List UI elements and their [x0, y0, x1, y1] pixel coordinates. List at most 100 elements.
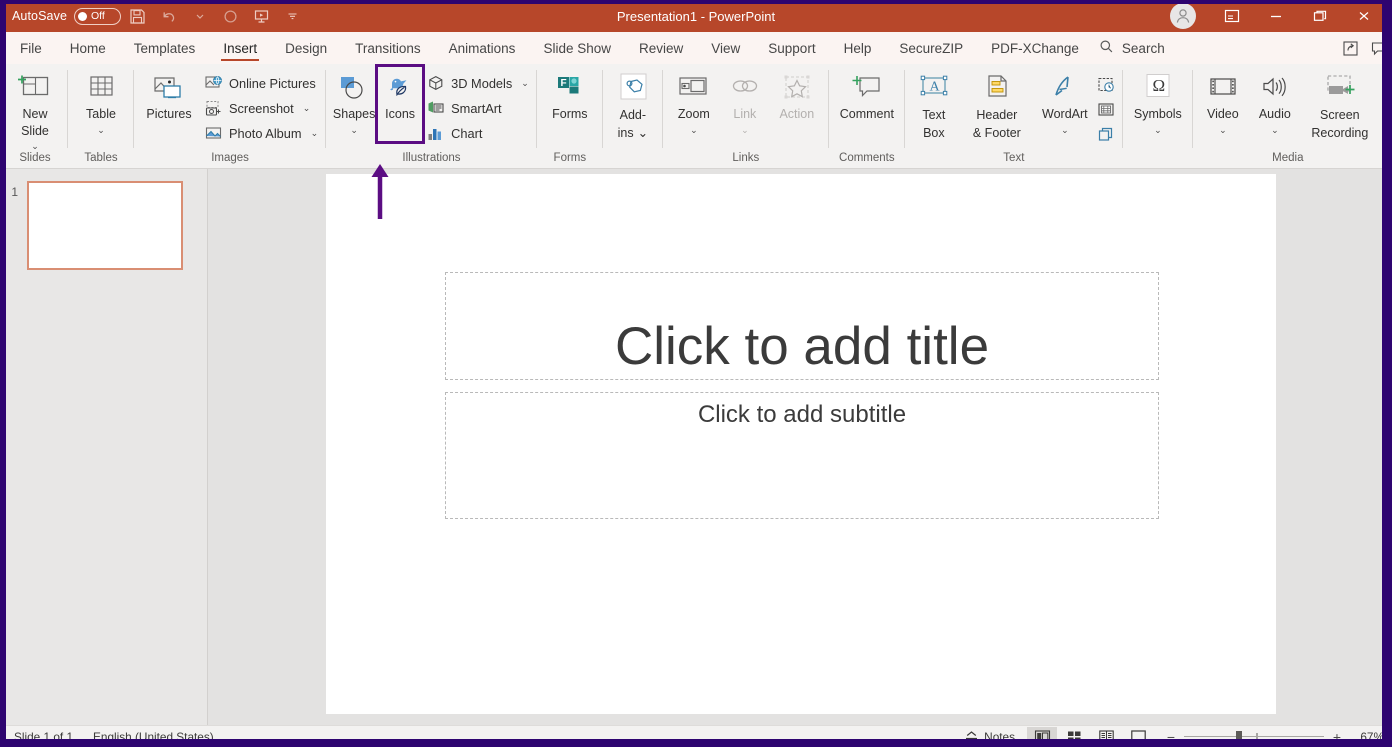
shapes-icon: [337, 71, 371, 105]
share-icon[interactable]: [1336, 32, 1364, 64]
screenshot-label: Screenshot: [229, 100, 294, 116]
screenshot-button[interactable]: Screenshot ⌄: [200, 97, 322, 119]
subtitle-placeholder-text: Click to add subtitle: [697, 401, 907, 428]
text-box-button[interactable]: A Text Box: [909, 67, 959, 145]
add-ins-button[interactable]: Add- ins ⌄: [607, 67, 659, 145]
slide-editing-surface[interactable]: Click to add title Click to add subtitle: [326, 174, 1276, 714]
3d-models-caret-icon[interactable]: ⌄: [521, 78, 529, 89]
close-icon[interactable]: [1342, 0, 1386, 32]
subtitle-placeholder[interactable]: Click to add subtitle: [445, 392, 1159, 519]
video-button[interactable]: Video ⌄: [1197, 67, 1249, 145]
comment-button[interactable]: Comment: [833, 67, 901, 145]
group-label-comments: Comments: [839, 152, 895, 164]
insert-object-icon[interactable]: [1095, 123, 1119, 146]
icons-label: Icons: [385, 107, 416, 121]
undo-icon[interactable]: [154, 3, 183, 29]
autosave-control[interactable]: AutoSave Off: [12, 7, 122, 25]
screen-recording-label-line1: Screen: [1320, 108, 1360, 122]
photo-album-button[interactable]: Photo Album ⌄: [200, 122, 322, 144]
save-icon[interactable]: [123, 3, 152, 29]
tab-help[interactable]: Help: [830, 32, 886, 64]
window-edge-bottom: [0, 739, 1392, 747]
add-ins-caret-icon[interactable]: ⌄: [638, 126, 648, 141]
redo-icon[interactable]: [216, 3, 245, 29]
tab-home[interactable]: Home: [56, 32, 120, 64]
smartart-button[interactable]: SmartArt: [422, 97, 533, 119]
title-bar: AutoSave Off Presentation1 - PowerPoint: [0, 0, 1392, 32]
ribbon-group-media: Video ⌄ Audio ⌄ Screen Recording Media: [1193, 64, 1383, 168]
chart-icon: [426, 124, 445, 143]
restore-icon[interactable]: [1298, 0, 1342, 32]
link-button[interactable]: Link ⌄: [721, 67, 769, 145]
search-box[interactable]: Search: [1093, 32, 1175, 64]
3d-models-button[interactable]: 3D Models ⌄: [422, 72, 533, 94]
video-label: Video: [1206, 107, 1239, 121]
symbols-caret-icon[interactable]: ⌄: [1154, 125, 1162, 134]
title-placeholder[interactable]: Click to add title: [445, 272, 1159, 380]
slide-thumbnail[interactable]: [27, 181, 183, 270]
tab-support[interactable]: Support: [754, 32, 829, 64]
tab-file[interactable]: File: [6, 32, 56, 64]
ribbon-group-symbols: Ω Symbols ⌄: [1123, 64, 1193, 168]
wordart-caret-icon[interactable]: ⌄: [1061, 125, 1069, 134]
slide-thumbnail-item[interactable]: 1: [0, 181, 207, 270]
tab-design[interactable]: Design: [271, 32, 341, 64]
slide-thumbnail-pane[interactable]: 1: [0, 169, 208, 725]
forms-button[interactable]: F Forms: [541, 67, 599, 145]
table-caret-icon[interactable]: ⌄: [97, 125, 105, 134]
screenshot-caret-icon[interactable]: ⌄: [303, 103, 311, 114]
photo-album-caret-icon[interactable]: ⌄: [311, 128, 319, 139]
symbols-button[interactable]: Ω Symbols ⌄: [1127, 67, 1189, 145]
symbols-icon: Ω: [1141, 71, 1175, 105]
tab-templates[interactable]: Templates: [120, 32, 210, 64]
screen-recording-icon: [1321, 71, 1359, 105]
ribbon: New Slide ⌄ Slides Table ⌄ Tables Pictur…: [0, 64, 1392, 169]
title-placeholder-text: Click to add title: [614, 317, 990, 376]
window-edge-left: [0, 0, 6, 747]
date-and-time-icon[interactable]: [1095, 73, 1119, 96]
table-button[interactable]: Table ⌄: [72, 67, 130, 145]
tab-review[interactable]: Review: [625, 32, 697, 64]
customize-quick-access-toolbar-icon[interactable]: [278, 3, 307, 29]
zoom-caret-icon[interactable]: ⌄: [690, 125, 698, 134]
undo-dropdown-icon[interactable]: [185, 3, 214, 29]
header-footer-icon: [980, 71, 1014, 105]
symbols-label: Symbols: [1133, 107, 1182, 121]
action-button[interactable]: Action: [769, 67, 825, 145]
audio-caret-icon[interactable]: ⌄: [1271, 125, 1279, 134]
audio-button[interactable]: Audio ⌄: [1249, 67, 1301, 145]
tab-insert[interactable]: Insert: [209, 32, 271, 64]
new-slide-caret-icon[interactable]: ⌄: [31, 142, 39, 151]
wordart-button[interactable]: WordArt ⌄: [1035, 67, 1095, 145]
tab-transitions[interactable]: Transitions: [341, 32, 435, 64]
video-caret-icon[interactable]: ⌄: [1219, 125, 1227, 134]
slide-canvas-area[interactable]: Click to add title Click to add subtitle: [208, 169, 1392, 725]
slide-number-icon[interactable]: [1095, 98, 1119, 121]
tab-pdf-xchange[interactable]: PDF-XChange: [977, 32, 1093, 64]
tab-slide-show[interactable]: Slide Show: [529, 32, 625, 64]
shapes-button[interactable]: Shapes ⌄: [330, 67, 378, 145]
text-box-label-line1: Text: [922, 108, 946, 122]
chart-button[interactable]: Chart: [422, 122, 533, 144]
svg-text:F: F: [560, 78, 566, 89]
shapes-label: Shapes: [332, 107, 376, 121]
pictures-button[interactable]: Pictures: [138, 67, 200, 145]
avatar[interactable]: [1170, 3, 1196, 29]
start-from-beginning-icon[interactable]: [247, 3, 276, 29]
icons-button[interactable]: Icons: [375, 64, 426, 144]
zoom-button[interactable]: Zoom ⌄: [667, 67, 721, 145]
tab-animations[interactable]: Animations: [435, 32, 530, 64]
ribbon-group-images: Pictures Online Pictures Screenshot ⌄ Ph…: [134, 64, 327, 168]
link-caret-icon[interactable]: ⌄: [741, 125, 749, 134]
shapes-caret-icon[interactable]: ⌄: [350, 125, 358, 134]
ribbon-display-options-icon[interactable]: [1210, 0, 1254, 32]
tab-view[interactable]: View: [697, 32, 754, 64]
online-pictures-button[interactable]: Online Pictures: [200, 72, 322, 94]
tab-securezip[interactable]: SecureZIP: [885, 32, 977, 64]
screen-recording-button[interactable]: Screen Recording: [1301, 67, 1379, 145]
group-label-slides: Slides: [19, 152, 51, 164]
autosave-toggle[interactable]: Off: [74, 7, 122, 25]
minimize-icon[interactable]: [1254, 0, 1298, 32]
new-slide-button[interactable]: New Slide ⌄: [6, 67, 64, 151]
header-footer-button[interactable]: Header & Footer: [959, 67, 1035, 145]
